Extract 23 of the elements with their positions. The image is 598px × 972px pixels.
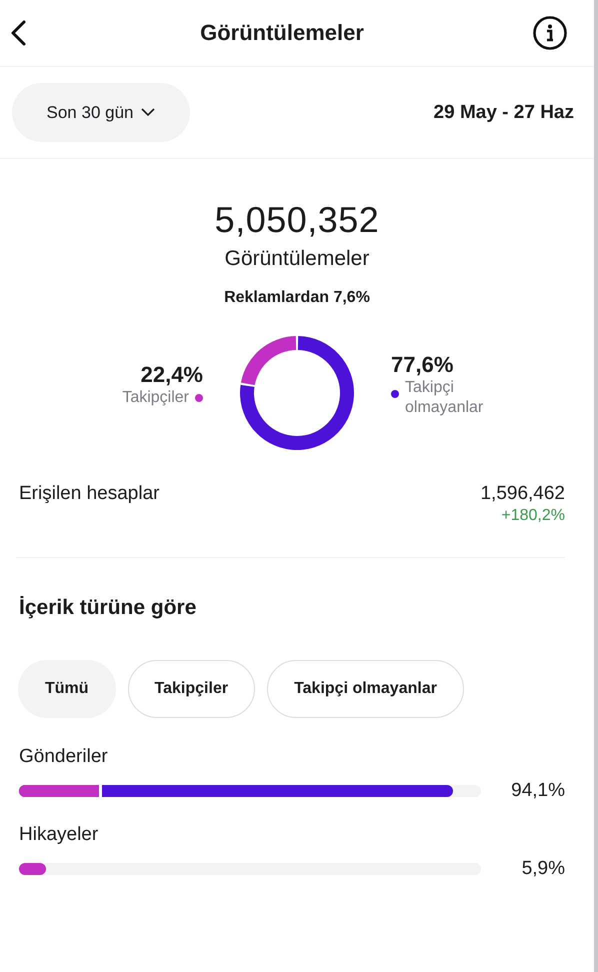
legend-label: Takipçi olmayanlar [405, 378, 484, 418]
filter-chip[interactable]: Takipçiler [128, 660, 256, 718]
non-followers-percent: 77,6% [391, 352, 454, 378]
period-dropdown[interactable]: Son 30 gün [12, 83, 190, 142]
date-range: 29 May - 27 Haz [434, 102, 574, 124]
reach-label: Erişilen hesaplar [19, 483, 160, 506]
page-title: Görüntülemeler [200, 20, 364, 46]
content-type-label: Gönderiler [19, 746, 109, 768]
chevron-down-icon [141, 108, 156, 117]
content-type-label: Hikayeler [19, 824, 100, 846]
ads-note: Reklamlardan 7,6% [224, 289, 370, 307]
info-button[interactable] [532, 15, 568, 51]
content-percent: 5,9% [520, 858, 565, 880]
reach-change: +180,2% [501, 507, 565, 525]
followers-percent: 22,4% [140, 362, 203, 388]
views-label: Görüntülemeler [224, 247, 370, 271]
content-percent: 94,1% [510, 780, 565, 802]
legend-label: Takipçiler [121, 388, 189, 408]
filter-chip[interactable]: Takipçi olmayanlar [267, 660, 464, 718]
reach-value: 1,596,462 [480, 483, 565, 505]
filter-chip[interactable]: Tümü [18, 660, 116, 718]
section-title: İçerik türüne göre [18, 595, 198, 620]
total-views: 5,050,352 [214, 199, 380, 241]
